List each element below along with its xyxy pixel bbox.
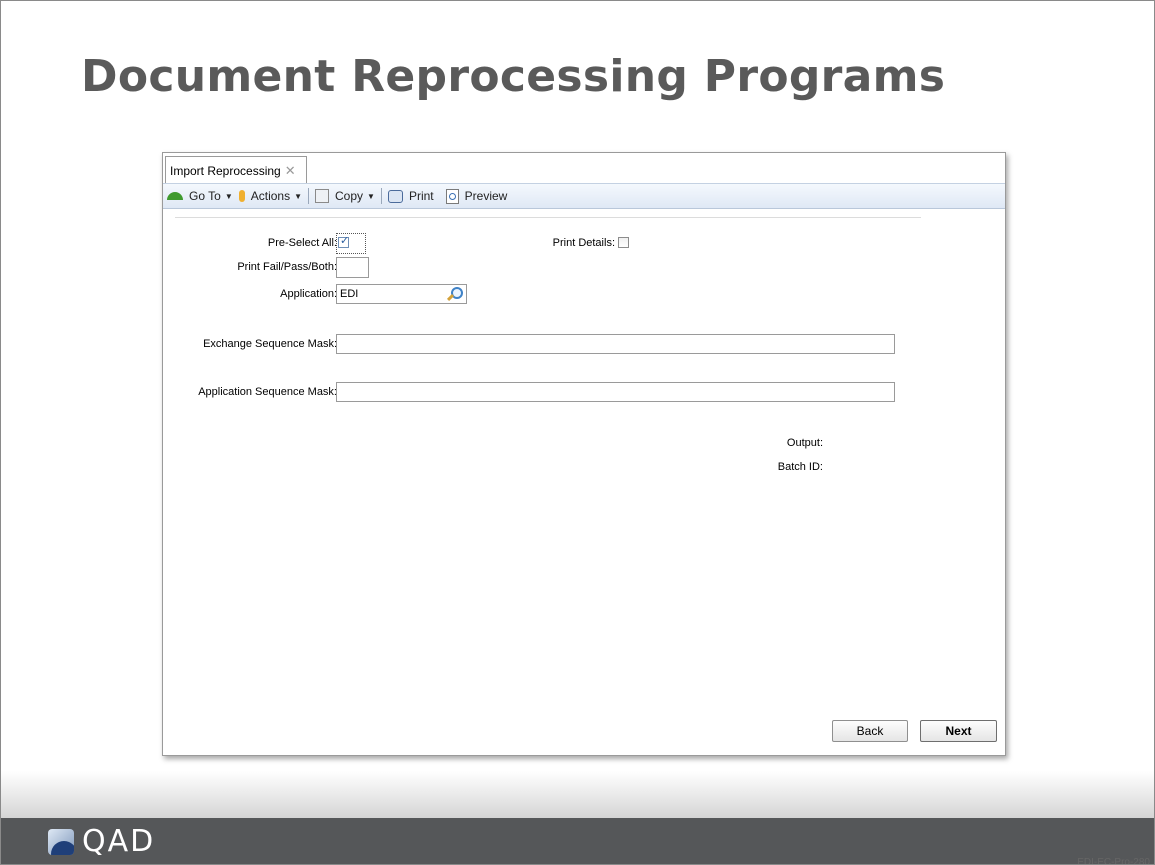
batch-id-label: Batch ID: (777, 461, 823, 473)
goto-label: Go To (189, 189, 221, 203)
application-label: Application: (280, 288, 337, 300)
qad-logo-icon (48, 829, 74, 855)
copy-label: Copy (335, 189, 364, 203)
preview-button[interactable]: Preview (445, 188, 508, 204)
toolbar: Go To ▼ Actions ▼ Copy ▼ Print Preview (163, 183, 1005, 209)
dropdown-arrow-icon: ▼ (294, 191, 303, 201)
form-divider (175, 217, 921, 218)
lookup-search-icon[interactable] (446, 286, 463, 302)
copy-menu-button[interactable]: Copy ▼ (315, 189, 375, 203)
check-icon: ✓ (340, 235, 350, 247)
tab-import-reprocessing[interactable]: Import Reprocessing ✕ (165, 156, 307, 183)
print-details-checkbox[interactable] (618, 237, 629, 248)
print-button[interactable]: Print (387, 189, 434, 203)
printer-icon (387, 189, 403, 203)
output-label: Output: (786, 437, 823, 449)
exchange-sequence-mask-field[interactable] (336, 334, 895, 354)
footer-gradient (1, 771, 1154, 819)
close-icon[interactable]: ✕ (285, 163, 296, 178)
back-button[interactable]: Back (832, 720, 908, 742)
qad-logo: QAD (48, 827, 155, 857)
copy-icon (315, 189, 330, 203)
goto-icon (167, 192, 183, 200)
application-sequence-mask-field[interactable] (336, 382, 895, 402)
preselect-all-label: Pre-Select All: (267, 237, 337, 249)
slide: Document Reprocessing Programs Import Re… (0, 0, 1155, 865)
preview-icon (445, 188, 459, 204)
toolbar-separator (308, 188, 310, 204)
actions-menu-button[interactable]: Actions ▼ (238, 189, 303, 203)
print-details-label: Print Details: (552, 237, 615, 249)
dropdown-arrow-icon: ▼ (367, 191, 375, 201)
print-label: Print (408, 189, 434, 203)
application-value: EDI (340, 288, 359, 300)
goto-menu-button[interactable]: Go To ▼ (163, 189, 233, 203)
slide-code: EDI-EC-Pro-280 (1077, 857, 1150, 865)
actions-label: Actions (250, 189, 291, 203)
qad-logo-text: QAD (82, 824, 156, 859)
preview-label: Preview (464, 189, 508, 203)
exchange-mask-label: Exchange Sequence Mask: (203, 338, 337, 350)
tab-bar: Import Reprocessing ✕ (163, 153, 1005, 183)
print-fail-pass-both-label: Print Fail/Pass/Both: (237, 261, 337, 273)
import-reprocessing-window: Import Reprocessing ✕ Go To ▼ Actions ▼ C… (162, 152, 1006, 756)
footer-bar: QAD (1, 818, 1154, 864)
preselect-all-checkbox[interactable]: ✓ (338, 235, 350, 248)
actions-icon (238, 190, 245, 202)
application-mask-label: Application Sequence Mask: (198, 386, 337, 398)
dropdown-arrow-icon: ▼ (224, 191, 233, 201)
next-button[interactable]: Next (920, 720, 997, 742)
slide-title: Document Reprocessing Programs (81, 51, 946, 102)
print-fail-pass-both-field[interactable] (336, 257, 369, 278)
tab-label: Import Reprocessing (170, 164, 281, 178)
toolbar-separator (380, 188, 382, 204)
